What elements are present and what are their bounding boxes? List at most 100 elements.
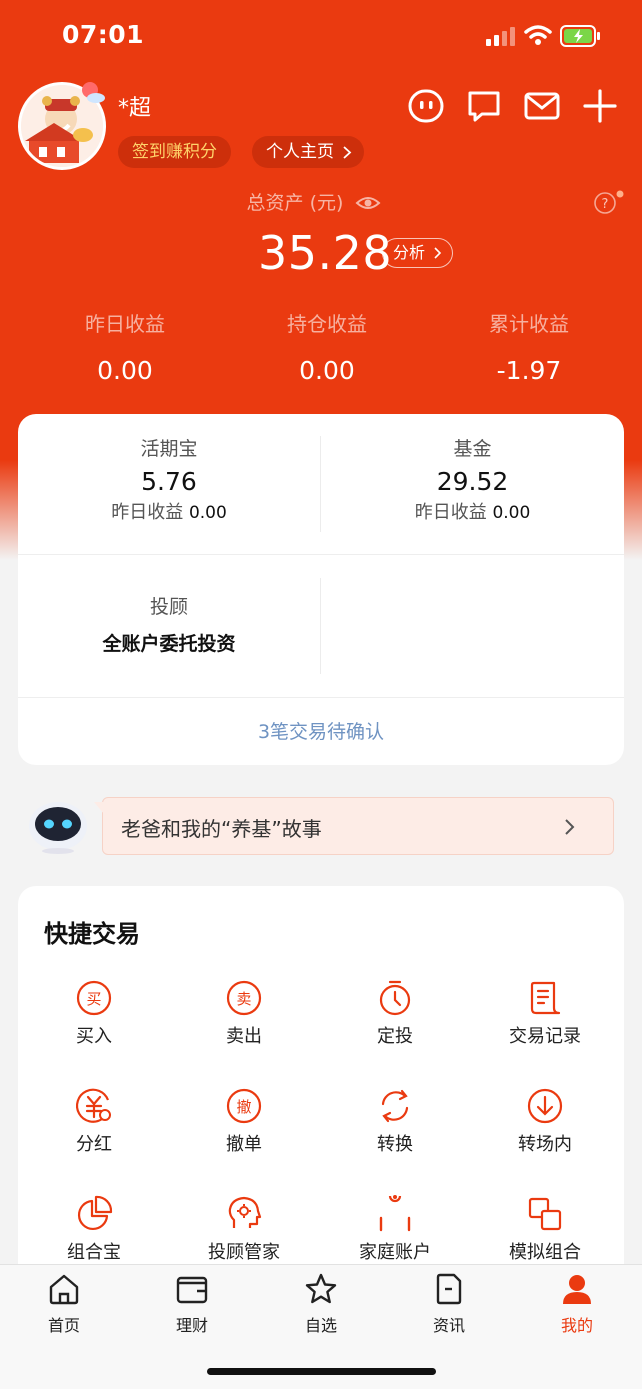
advisor-section[interactable]: 投顾 全账户委托投资 (18, 592, 320, 682)
family-icon (379, 1195, 411, 1232)
quick-advisor[interactable]: 投顾管家 (169, 1194, 319, 1264)
svg-text:?: ? (602, 197, 609, 212)
yesterday-earnings-label: 昨日收益 (85, 312, 165, 336)
holding-earnings-label: 持仓收益 (287, 312, 367, 336)
plus-icon[interactable] (582, 88, 618, 124)
simulate-icon (528, 1197, 562, 1231)
mail-icon[interactable] (524, 88, 560, 124)
robot-assistant-icon (29, 802, 87, 854)
chevron-right-icon (343, 146, 352, 159)
tab-wealth[interactable]: 理财 (128, 1272, 256, 1336)
dividend-icon (76, 1088, 111, 1123)
cancel-order-icon: 撤 (226, 1088, 262, 1124)
bubble-tail-icon (94, 802, 104, 814)
huoqibao-yesterday-value: 0.00 (188, 503, 227, 523)
quick-buy[interactable]: 买 买入 (19, 978, 169, 1048)
quick-dividend[interactable]: 分红 (19, 1086, 169, 1156)
chevron-right-icon (565, 819, 575, 835)
wallet-icon (176, 1276, 208, 1304)
tab-news[interactable]: 资讯 (385, 1272, 513, 1336)
pie-icon (77, 1195, 113, 1231)
buy-icon: 买 (76, 980, 112, 1016)
quick-auto-invest-label: 定投 (377, 1026, 413, 1047)
convert-icon (381, 1089, 409, 1123)
huoqibao-label: 活期宝 (140, 438, 198, 460)
analysis-label: 分析 (393, 243, 426, 262)
quick-trade-title: 快捷交易 (44, 920, 140, 948)
robot-face-icon[interactable] (408, 88, 444, 124)
tab-news-label: 资讯 (432, 1316, 465, 1335)
chevron-right-icon (434, 247, 442, 259)
checkin-button[interactable]: 签到赚积分 (118, 136, 231, 168)
home-icon (49, 1274, 79, 1305)
quick-sell-label: 卖出 (226, 1026, 262, 1047)
home-indicator (207, 1368, 436, 1375)
quick-portfolio-label: 组合宝 (67, 1242, 121, 1263)
avatar-decoration-icon (82, 82, 105, 103)
status-time: 07:01 (62, 20, 145, 49)
quick-cancel-order[interactable]: 撤 撤单 (169, 1086, 319, 1156)
quick-portfolio[interactable]: 组合宝 (19, 1194, 169, 1264)
total-assets-label-text: 总资产 (元) (246, 192, 344, 214)
sell-icon: 卖 (226, 980, 262, 1016)
total-assets-value: 35.28 (258, 226, 393, 280)
analysis-button[interactable]: 分析 (382, 238, 454, 268)
huoqibao-yesterday: 昨日收益 0.00 (18, 498, 320, 524)
cumulative-earnings-value: -1.97 (496, 356, 562, 385)
quick-records-label: 交易记录 (509, 1026, 581, 1047)
quick-records[interactable]: 交易记录 (470, 978, 620, 1048)
huoqibao-yesterday-label: 昨日收益 (111, 502, 184, 523)
holding-earnings-value: 0.00 (299, 356, 355, 385)
fund-section[interactable]: 基金 29.52 昨日收益 0.00 (321, 434, 624, 552)
quick-cancel-order-label: 撤单 (226, 1134, 262, 1155)
quick-transfer-label: 转场内 (518, 1134, 572, 1155)
news-icon (436, 1273, 462, 1305)
divider (320, 578, 321, 674)
quick-convert-label: 转换 (377, 1134, 413, 1155)
fund-label: 基金 (453, 438, 492, 460)
accounts-card: 活期宝 5.76 昨日收益 0.00 基金 29.52 昨日收益 0.00 投顾… (18, 414, 624, 765)
tab-mine[interactable]: 我的 (513, 1272, 641, 1336)
advisor-label: 投顾 (149, 596, 188, 618)
advisor-value: 全账户委托投资 (102, 633, 236, 655)
star-icon (305, 1273, 337, 1304)
fund-yesterday-label: 昨日收益 (414, 502, 487, 523)
profile-button[interactable]: 个人主页 (252, 136, 364, 168)
quick-convert[interactable]: 转换 (320, 1086, 470, 1156)
timer-icon (379, 980, 411, 1016)
battery-icon (560, 25, 600, 47)
divider (18, 697, 624, 698)
quick-buy-label: 买入 (76, 1026, 112, 1047)
message-icon[interactable] (466, 88, 502, 124)
tab-watchlist[interactable]: 自选 (257, 1272, 385, 1336)
quick-transfer[interactable]: 转场内 (470, 1086, 620, 1156)
tab-watchlist-label: 自选 (304, 1316, 337, 1335)
advisor-icon (228, 1196, 262, 1228)
pending-transactions-link[interactable]: 3笔交易待确认 (18, 717, 624, 744)
huoqibao-value: 5.76 (141, 467, 197, 496)
cancel-order-glyph: 撤 (236, 1098, 251, 1116)
help-icon[interactable]: ? (594, 190, 624, 216)
username: *超 (118, 96, 152, 121)
record-icon (530, 981, 561, 1015)
quick-simulate-label: 模拟组合 (509, 1242, 581, 1263)
quick-family-account-label: 家庭账户 (359, 1242, 431, 1263)
quick-simulate[interactable]: 模拟组合 (470, 1194, 620, 1264)
buy-glyph: 买 (86, 990, 101, 1008)
tab-home-label: 首页 (47, 1316, 80, 1335)
huoqibao-section[interactable]: 活期宝 5.76 昨日收益 0.00 (18, 434, 320, 552)
story-banner[interactable]: 老爸和我的“养基”故事 (94, 797, 614, 855)
quick-auto-invest[interactable]: 定投 (320, 978, 470, 1048)
total-assets-label: 总资产 (元) (0, 188, 628, 215)
quick-advisor-label: 投顾管家 (208, 1242, 280, 1263)
wifi-icon (524, 25, 552, 45)
signal-icon (486, 27, 515, 46)
eye-icon[interactable] (355, 194, 381, 212)
quick-sell[interactable]: 卖 卖出 (169, 978, 319, 1048)
profile-button-label: 个人主页 (266, 142, 334, 162)
quick-family-account[interactable]: 家庭账户 (320, 1194, 470, 1264)
yesterday-earnings-value: 0.00 (97, 356, 153, 385)
sell-glyph: 卖 (236, 990, 251, 1008)
tab-home[interactable]: 首页 (0, 1272, 128, 1336)
fund-yesterday: 昨日收益 0.00 (321, 498, 624, 524)
